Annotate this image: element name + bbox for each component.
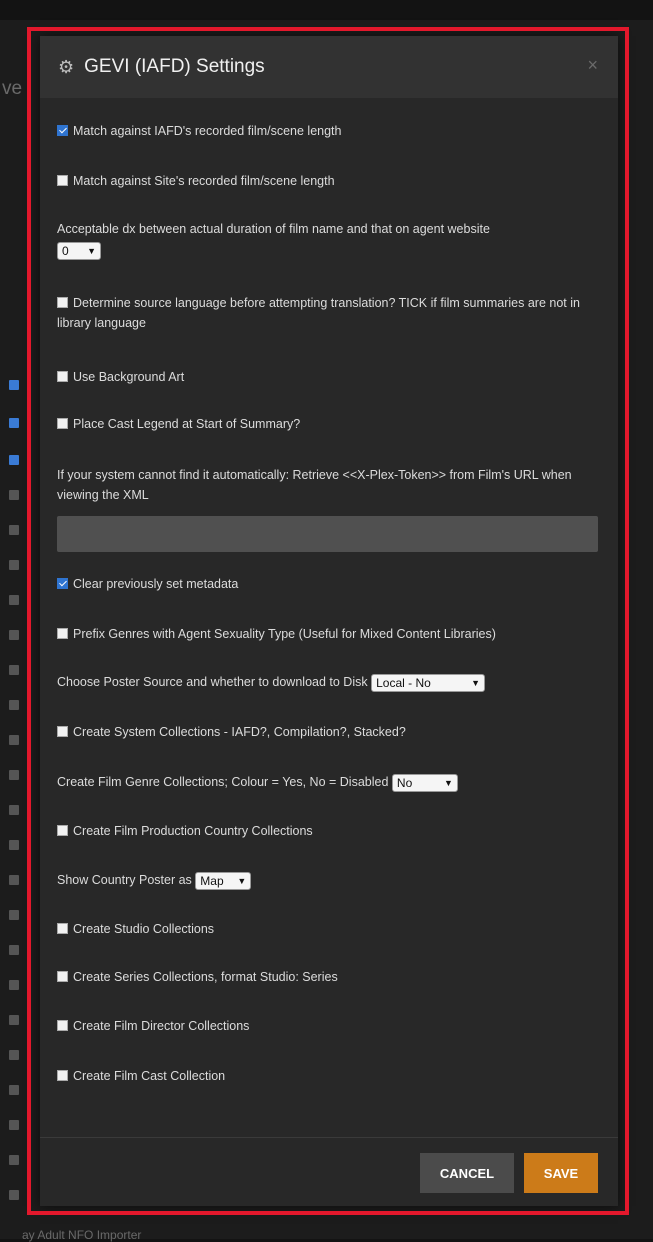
setting-clear-metadata[interactable]: Clear previously set metadata xyxy=(57,574,598,594)
chevron-down-icon: ▼ xyxy=(443,777,453,788)
background-checkbox xyxy=(9,735,19,745)
clear-metadata-label: Clear previously set metadata xyxy=(73,577,239,591)
country-poster-label: Show Country Poster as xyxy=(57,873,192,887)
dialog-body: Match against IAFD's recorded film/scene… xyxy=(40,98,618,1138)
dialog-header: ⚙ GEVI (IAFD) Settings × xyxy=(40,36,618,98)
background-checkbox xyxy=(9,1050,19,1060)
setting-genre-collections: Create Film Genre Collections; Colour = … xyxy=(57,772,598,792)
background-checkbox xyxy=(9,840,19,850)
cast-legend-label: Place Cast Legend at Start of Summary? xyxy=(73,417,301,431)
background-checkbox xyxy=(9,1015,19,1025)
background-checkbox xyxy=(9,665,19,675)
background-checkbox xyxy=(9,700,19,710)
country-collections-label: Create Film Production Country Collectio… xyxy=(73,824,313,838)
match-site-length-label: Match against Site's recorded film/scene… xyxy=(73,174,335,188)
dialog-footer: CANCEL SAVE xyxy=(40,1137,618,1206)
poster-source-value: Local - No xyxy=(376,675,431,690)
poster-source-select[interactable]: Local - No ▼ xyxy=(371,673,486,692)
background-art-checkbox[interactable] xyxy=(57,371,68,382)
setting-background-art[interactable]: Use Background Art xyxy=(57,367,598,387)
cast-legend-checkbox[interactable] xyxy=(57,418,68,429)
genre-collections-value: No xyxy=(396,775,413,790)
setting-director-collections[interactable]: Create Film Director Collections xyxy=(57,1016,598,1036)
poster-source-label: Choose Poster Source and whether to down… xyxy=(57,675,368,689)
studio-collections-checkbox[interactable] xyxy=(57,923,68,934)
series-collections-label: Create Series Collections, format Studio… xyxy=(73,970,338,984)
setting-cast-collection[interactable]: Create Film Cast Collection xyxy=(57,1066,598,1086)
clear-metadata-checkbox[interactable] xyxy=(57,578,68,589)
setting-plex-token: If your system cannot find it automatica… xyxy=(57,465,598,505)
setting-studio-collections[interactable]: Create Studio Collections xyxy=(57,919,598,939)
background-checkbox xyxy=(9,770,19,780)
chevron-down-icon: ▼ xyxy=(87,246,96,257)
setting-determine-language[interactable]: Determine source language before attempt… xyxy=(57,293,598,333)
prefix-genres-label: Prefix Genres with Agent Sexuality Type … xyxy=(73,627,496,641)
background-checkbox xyxy=(9,525,19,535)
plex-token-label: If your system cannot find it automatica… xyxy=(57,468,572,502)
determine-language-label: Determine source language before attempt… xyxy=(57,296,580,330)
country-collections-checkbox[interactable] xyxy=(57,825,68,836)
settings-dialog: ⚙ GEVI (IAFD) Settings × Match against I… xyxy=(40,36,618,1206)
background-checkbox xyxy=(9,1190,19,1200)
background-checkbox xyxy=(9,490,19,500)
country-poster-select[interactable]: Map ▼ xyxy=(195,871,252,890)
setting-country-poster: Show Country Poster as Map ▼ xyxy=(57,870,598,890)
system-collections-checkbox[interactable] xyxy=(57,726,68,737)
duration-dx-label: Acceptable dx between actual duration of… xyxy=(57,222,490,236)
director-collections-label: Create Film Director Collections xyxy=(73,1019,250,1033)
chevron-down-icon: ▼ xyxy=(237,875,247,886)
series-collections-checkbox[interactable] xyxy=(57,971,68,982)
background-checkbox xyxy=(9,980,19,990)
genre-collections-label: Create Film Genre Collections; Colour = … xyxy=(57,775,389,789)
setting-match-site-length[interactable]: Match against Site's recorded film/scene… xyxy=(57,171,598,191)
background-title: ve xyxy=(2,78,23,99)
background-checkbox xyxy=(9,875,19,885)
cast-collection-label: Create Film Cast Collection xyxy=(73,1069,226,1083)
chevron-down-icon: ▼ xyxy=(471,677,481,688)
duration-dx-select[interactable]: 0 ▼ xyxy=(57,242,101,261)
background-checkbox xyxy=(9,595,19,605)
background-checkbox xyxy=(9,1085,19,1095)
setting-prefix-genres[interactable]: Prefix Genres with Agent Sexuality Type … xyxy=(57,624,598,644)
setting-poster-source: Choose Poster Source and whether to down… xyxy=(57,672,598,692)
background-checkbox xyxy=(9,805,19,815)
background-checkbox xyxy=(9,418,19,428)
setting-country-collections[interactable]: Create Film Production Country Collectio… xyxy=(57,821,598,841)
background-checkbox xyxy=(9,560,19,570)
dialog-title: GEVI (IAFD) Settings xyxy=(84,56,265,77)
setting-cast-legend[interactable]: Place Cast Legend at Start of Summary? xyxy=(57,414,598,434)
background-checkbox xyxy=(9,455,19,465)
setting-duration-dx: Acceptable dx between actual duration of… xyxy=(57,219,598,261)
close-icon[interactable]: × xyxy=(587,55,598,76)
setting-system-collections[interactable]: Create System Collections - IAFD?, Compi… xyxy=(57,722,598,742)
country-poster-value: Map xyxy=(200,873,224,888)
background-checkbox xyxy=(9,1155,19,1165)
background-checkbox xyxy=(9,630,19,640)
system-collections-label: Create System Collections - IAFD?, Compi… xyxy=(73,725,406,739)
background-checkbox xyxy=(9,1120,19,1130)
match-site-length-checkbox[interactable] xyxy=(57,175,68,186)
background-checkbox xyxy=(9,380,19,390)
prefix-genres-checkbox[interactable] xyxy=(57,628,68,639)
cancel-button[interactable]: CANCEL xyxy=(420,1153,514,1193)
background-footer-text: ay Adult NFO Importer xyxy=(22,1228,142,1242)
genre-collections-select[interactable]: No ▼ xyxy=(391,773,458,792)
director-collections-checkbox[interactable] xyxy=(57,1020,68,1031)
gear-icon: ⚙ xyxy=(58,57,75,77)
plex-token-input[interactable] xyxy=(57,516,598,552)
background-art-label: Use Background Art xyxy=(73,370,185,384)
setting-series-collections[interactable]: Create Series Collections, format Studio… xyxy=(57,967,598,987)
duration-dx-value: 0 xyxy=(62,244,69,259)
match-iafd-length-checkbox[interactable] xyxy=(57,125,68,136)
background-checkbox xyxy=(9,945,19,955)
save-button[interactable]: SAVE xyxy=(524,1153,598,1193)
background-checkbox xyxy=(9,910,19,920)
match-iafd-length-label: Match against IAFD's recorded film/scene… xyxy=(73,124,342,138)
setting-match-iafd-length[interactable]: Match against IAFD's recorded film/scene… xyxy=(57,121,598,141)
determine-language-checkbox[interactable] xyxy=(57,297,68,308)
cast-collection-checkbox[interactable] xyxy=(57,1070,68,1081)
studio-collections-label: Create Studio Collections xyxy=(73,922,215,936)
